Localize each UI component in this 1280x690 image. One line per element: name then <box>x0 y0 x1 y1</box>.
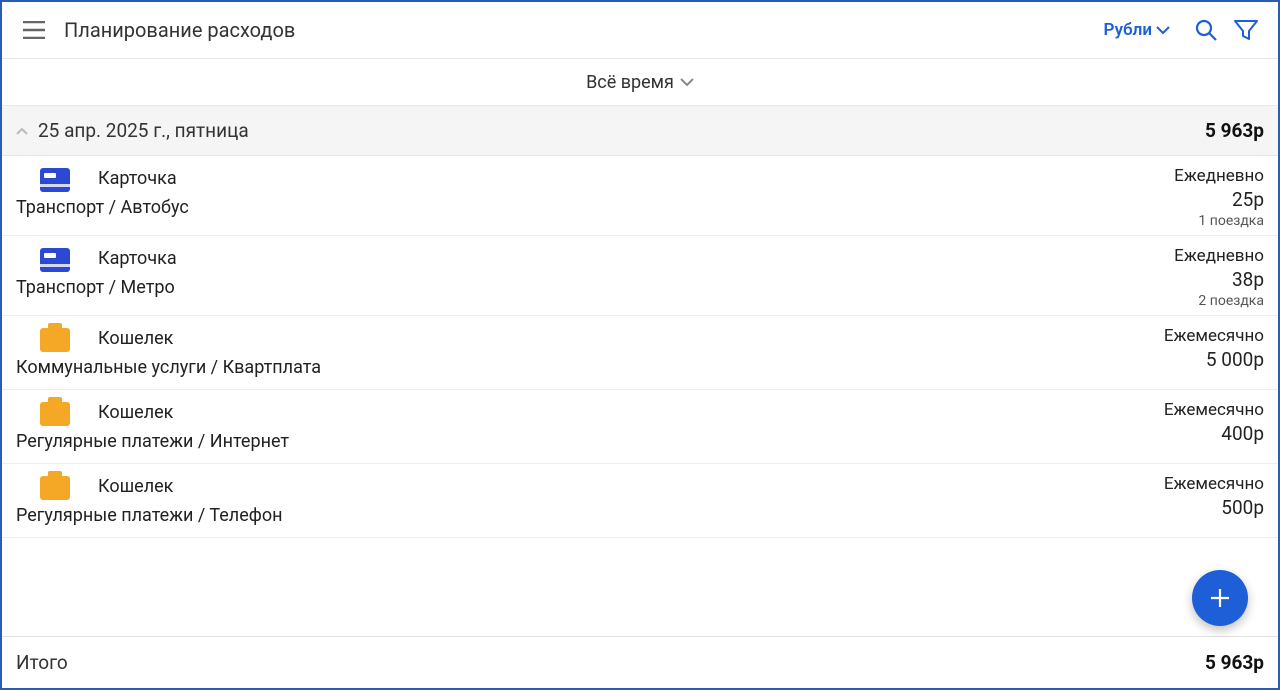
card-icon <box>40 168 70 192</box>
category-path: Транспорт / Метро <box>16 277 1104 298</box>
filter-icon <box>1234 19 1258 41</box>
chevron-down-icon <box>680 77 694 87</box>
recurrence-label: Ежемесячно <box>1164 326 1264 346</box>
amount: 400р <box>1221 422 1264 445</box>
expense-row[interactable]: Кошелек Коммунальные услуги / Квартплата Е… <box>2 316 1278 390</box>
expense-row[interactable]: Кошелек Регулярные платежи / Интернет Ежем… <box>2 390 1278 464</box>
note: 1 поездка <box>1198 213 1264 229</box>
filter-button[interactable] <box>1226 10 1266 50</box>
menu-button[interactable] <box>14 10 54 50</box>
wallet-icon <box>40 402 70 426</box>
search-icon <box>1195 19 1217 41</box>
card-icon <box>40 248 70 272</box>
amount: 25р <box>1232 188 1264 211</box>
day-date: 25 апр. 2025 г., пятница <box>38 119 249 142</box>
expense-list: КарточкаТранспорт / АвтобусЕжедневно25р1… <box>2 156 1278 538</box>
content-area: 25 апр. 2025 г., пятница 5 963р Карточка… <box>2 106 1278 688</box>
category-path: Регулярные платежи / Интернет <box>16 431 1104 452</box>
day-group-header[interactable]: 25 апр. 2025 г., пятница 5 963р <box>2 106 1278 156</box>
wallet-icon <box>40 476 70 500</box>
chevron-up-icon <box>16 121 28 140</box>
amount: 500р <box>1221 496 1264 519</box>
recurrence-label: Ежедневно <box>1174 166 1264 186</box>
account-name: Кошелек <box>98 328 1104 349</box>
note: 2 поездка <box>1198 293 1264 309</box>
period-selector[interactable]: Всё время <box>2 58 1278 106</box>
search-button[interactable] <box>1186 10 1226 50</box>
recurrence-label: Ежемесячно <box>1164 474 1264 494</box>
menu-icon <box>23 21 45 39</box>
footer-total: 5 963р <box>1205 651 1264 674</box>
day-total: 5 963р <box>1205 119 1264 142</box>
category-path: Коммунальные услуги / Квартплата <box>16 357 1104 378</box>
recurrence-label: Ежемесячно <box>1164 400 1264 420</box>
account-name: Кошелек <box>98 476 1104 497</box>
period-label: Всё время <box>586 72 674 93</box>
amount: 5 000р <box>1206 348 1264 371</box>
currency-label: Рубли <box>1104 20 1152 40</box>
plus-icon <box>1210 588 1230 608</box>
recurrence-label: Ежедневно <box>1174 246 1264 266</box>
page-title: Планирование расходов <box>64 18 295 42</box>
currency-dropdown[interactable]: Рубли <box>1104 20 1170 40</box>
expense-row[interactable]: Кошелек Регулярные платежи / Телефон Ежеме… <box>2 464 1278 538</box>
chevron-down-icon <box>1156 25 1170 35</box>
footer-bar: Итого 5 963р <box>2 636 1278 688</box>
account-name: Кошелек <box>98 402 1104 423</box>
wallet-icon <box>40 328 70 352</box>
amount: 38р <box>1232 268 1264 291</box>
expense-row[interactable]: Карточка Транспорт / Автобус Ежедневно25р 1… <box>2 156 1278 236</box>
footer-label: Итого <box>16 651 68 674</box>
app-header: Планирование расходов Рубли <box>2 2 1278 58</box>
category-path: Регулярные платежи / Телефон <box>16 505 1104 526</box>
expense-row[interactable]: Карточка Транспорт / Метро Ежедневно38р 2 п… <box>2 236 1278 316</box>
category-path: Транспорт / Автобус <box>16 197 1104 218</box>
add-expense-button[interactable] <box>1192 570 1248 626</box>
account-name: Карточка <box>98 248 1104 269</box>
account-name: Карточка <box>98 168 1104 189</box>
